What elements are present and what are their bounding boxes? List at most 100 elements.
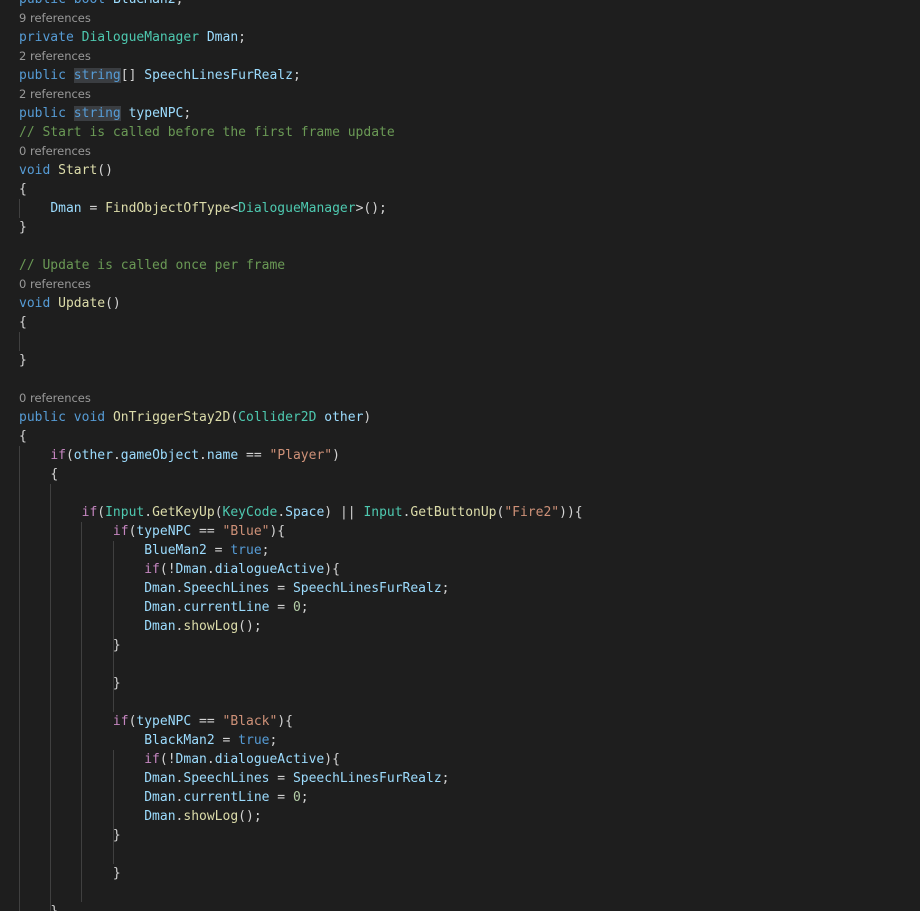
code-line[interactable]: Dman.currentLine = 0; (19, 598, 308, 617)
code-token: == (191, 524, 223, 539)
code-token: if (144, 752, 160, 767)
code-token: () (105, 296, 121, 311)
code-token: dialogueActive (214, 562, 325, 577)
code-token: Input (363, 505, 403, 520)
code-line[interactable]: public string typeNPC; (19, 104, 191, 123)
code-token: showLog (183, 619, 239, 634)
code-token: private (19, 30, 74, 45)
code-token: ; (441, 771, 450, 786)
code-token: Start (58, 163, 98, 178)
code-token: Dman (50, 201, 82, 216)
code-token: "Player" (269, 448, 333, 463)
code-token: () (97, 163, 113, 178)
code-line[interactable]: } (19, 674, 121, 693)
codelens-references[interactable]: 2 references (19, 47, 91, 66)
code-line[interactable]: void Update() (19, 294, 121, 313)
code-token: typeNPC (136, 524, 192, 539)
code-token: typeNPC (128, 106, 184, 121)
code-token: other (324, 410, 364, 425)
code-token: } (112, 828, 121, 843)
code-token: ( (230, 410, 239, 425)
code-line[interactable]: if(!Dman.dialogueActive){ (19, 750, 340, 769)
code-editor[interactable]: public bool BlueMan2;9 referencesprivate… (0, 0, 920, 911)
code-line[interactable]: void Start() (19, 161, 113, 180)
code-token: } (19, 353, 27, 368)
codelens-references[interactable]: 0 references (19, 389, 91, 408)
code-token: Dman (206, 30, 239, 45)
code-line[interactable]: } (19, 864, 121, 883)
code-token: Input (105, 505, 145, 520)
code-line[interactable]: Dman.SpeechLines = SpeechLinesFurRealz; (19, 769, 450, 788)
code-token: ) || (324, 505, 364, 520)
code-token: ){ (277, 714, 293, 729)
code-line[interactable]: if(typeNPC == "Black"){ (19, 712, 293, 731)
code-token: Dman (144, 771, 176, 786)
code-token: ; (261, 543, 270, 558)
code-token: ){ (269, 524, 286, 539)
code-line[interactable]: if(other.gameObject.name == "Player") (19, 446, 340, 465)
code-line[interactable]: Dman.currentLine = 0; (19, 788, 308, 807)
codelens-references[interactable]: 0 references (19, 275, 91, 294)
code-token: = (214, 733, 239, 748)
code-line[interactable]: Dman.showLog(); (19, 617, 261, 636)
codelens-references[interactable]: 0 references (19, 142, 91, 161)
code-token: public (19, 410, 66, 425)
code-token: { (19, 315, 27, 330)
code-token: } (112, 676, 121, 691)
code-line[interactable]: // Start is called before the first fram… (19, 123, 395, 142)
code-token: Dman (144, 619, 176, 634)
codelens-references[interactable]: 2 references (19, 85, 91, 104)
codelens-references[interactable]: 9 references (19, 9, 91, 28)
code-line[interactable]: // Update is called once per frame (19, 256, 285, 275)
code-line[interactable]: Dman.showLog(); (19, 807, 261, 826)
code-line[interactable]: { (19, 180, 27, 199)
code-line[interactable]: private DialogueManager Dman; (19, 28, 246, 47)
code-line[interactable]: } (19, 636, 121, 655)
code-line[interactable]: BlueMan2 = true; (19, 541, 269, 560)
code-line[interactable]: } (19, 826, 121, 845)
code-token: = (269, 600, 293, 615)
code-line[interactable]: Dman = FindObjectOfType<DialogueManager>… (19, 199, 387, 218)
code-token: 0 (292, 790, 301, 805)
code-token: Dman (144, 809, 176, 824)
code-token: } (112, 638, 121, 653)
code-token: public (19, 106, 66, 121)
code-line[interactable]: if(Input.GetKeyUp(KeyCode.Space) || Inpu… (19, 503, 583, 522)
code-token: { (19, 429, 27, 444)
code-line[interactable]: { (19, 313, 27, 332)
code-line[interactable]: if(typeNPC == "Blue"){ (19, 522, 285, 541)
code-line[interactable]: Dman.SpeechLines = SpeechLinesFurRealz; (19, 579, 449, 598)
code-token: = (269, 790, 293, 805)
code-line[interactable]: } (19, 351, 27, 370)
code-line[interactable]: { (19, 465, 58, 484)
code-token: "Blue" (222, 524, 270, 539)
code-token: "Black" (222, 714, 278, 729)
code-token: Dman (144, 600, 176, 615)
code-line[interactable]: public string[] SpeechLinesFurRealz; (19, 66, 301, 85)
code-line[interactable]: public bool BlueMan2; (19, 0, 183, 9)
code-token: true (230, 543, 262, 558)
code-line[interactable]: BlackMan2 = true; (19, 731, 277, 750)
code-line[interactable]: { (19, 427, 27, 446)
code-token: (! (159, 752, 176, 767)
code-token: >(); (355, 201, 387, 216)
code-line[interactable]: } (19, 218, 27, 237)
code-token: == (238, 448, 270, 463)
code-token: bool (74, 0, 105, 7)
code-token: gameObject (120, 448, 200, 463)
code-token: = (81, 201, 106, 216)
code-line[interactable]: if(!Dman.dialogueActive){ (19, 560, 340, 579)
code-line[interactable]: public void OnTriggerStay2D(Collider2D o… (19, 408, 371, 427)
code-line[interactable]: } (19, 902, 58, 911)
